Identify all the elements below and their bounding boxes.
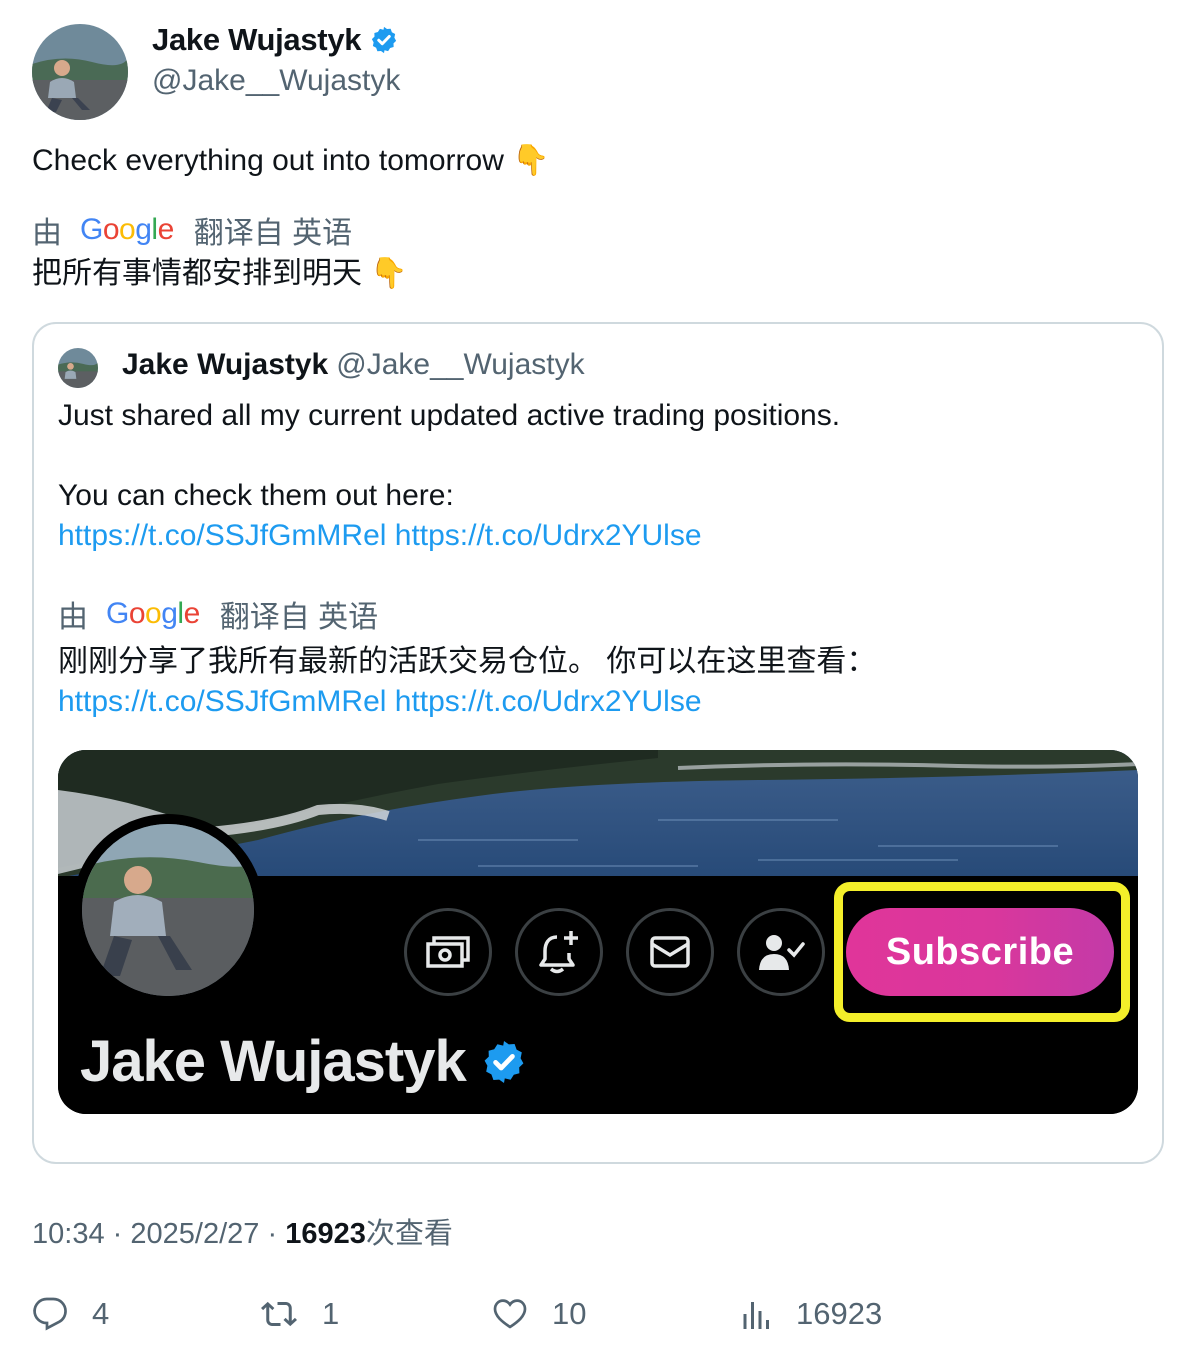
- heart-icon: [493, 1299, 527, 1329]
- translated-from-label: 翻译自 英语: [219, 601, 379, 634]
- translated-by-label: 由: [58, 601, 88, 634]
- tip-money-button[interactable]: [404, 908, 492, 996]
- analytics-icon: [743, 1302, 769, 1329]
- quoted-translated-line: 刚刚分享了我所有最新的活跃交易仓位。 你可以在这里查看：: [58, 645, 877, 678]
- action-bar: 4 1 10 16923: [0, 1296, 1196, 1344]
- translated-by-label: 由: [32, 217, 62, 250]
- retweet-count: 1: [322, 1296, 340, 1331]
- quoted-translation-attribution: 由 Google 翻译自 英语: [58, 592, 378, 636]
- views-label: 次查看: [365, 1218, 453, 1250]
- message-button[interactable]: [626, 908, 714, 996]
- translated-from-label: 翻译自 英语: [193, 217, 353, 250]
- media-profile-name: Jake Wujastyk: [80, 1028, 528, 1095]
- retweet-icon: [261, 1301, 297, 1327]
- translated-tweet-text: 把所有事情都安排到明天 👇: [32, 254, 408, 294]
- like-count: 10: [552, 1296, 587, 1331]
- tweet-meta: 10:34 · 2025/2/27 · 16923次查看: [32, 1210, 453, 1252]
- tweet-text: Check everything out into tomorrow 👇: [32, 142, 550, 180]
- tweet-time[interactable]: 10:34: [32, 1218, 105, 1250]
- reply-icon: [33, 1297, 67, 1331]
- quoted-links[interactable]: https://t.co/SSJfGmMRel https://t.co/Udr…: [58, 516, 1138, 556]
- translation-attribution: 由 Google 翻译自 英语: [32, 208, 352, 252]
- quoted-tweet[interactable]: Jake Wujastyk @Jake__Wujastyk Just share…: [32, 322, 1164, 1164]
- google-logo: Google: [80, 213, 174, 246]
- author-avatar[interactable]: [32, 24, 128, 120]
- quoted-text-line: Just shared all my current updated activ…: [58, 399, 841, 432]
- author-handle[interactable]: @Jake__Wujastyk: [152, 64, 400, 98]
- quoted-author-name[interactable]: Jake Wujastyk: [122, 348, 328, 382]
- subscribe-button[interactable]: Subscribe: [846, 908, 1114, 996]
- like-button[interactable]: 10: [492, 1296, 586, 1332]
- verified-badge-icon: [484, 1040, 524, 1083]
- notifications-button[interactable]: [515, 908, 603, 996]
- translated-tweet-content: 把所有事情都安排到明天: [32, 257, 362, 290]
- views-button[interactable]: 16923: [742, 1296, 882, 1332]
- views-count: 16923: [285, 1218, 366, 1250]
- bell-plus-icon: [539, 931, 578, 974]
- pointing-down-emoji: 👇: [370, 256, 408, 291]
- reply-count: 4: [92, 1296, 110, 1331]
- quoted-translated-links[interactable]: https://t.co/SSJfGmMRel https://t.co/Udr…: [58, 682, 1138, 722]
- pointing-down-emoji: 👇: [512, 143, 550, 178]
- retweet-button[interactable]: 1: [260, 1296, 339, 1332]
- following-button[interactable]: [737, 908, 825, 996]
- quoted-author-handle[interactable]: @Jake__Wujastyk: [336, 348, 584, 382]
- reply-button[interactable]: 4: [32, 1296, 109, 1332]
- tweet-text-content: Check everything out into tomorrow: [32, 144, 504, 177]
- mail-icon: [650, 936, 690, 968]
- author-name[interactable]: Jake Wujastyk: [152, 22, 399, 58]
- meta-separator: ·: [267, 1218, 278, 1250]
- views-action-count: 16923: [796, 1296, 883, 1331]
- quoted-media-image[interactable]: Subscribe Jake Wujastyk: [58, 750, 1138, 1114]
- google-logo: Google: [106, 597, 200, 630]
- money-icon: [426, 936, 470, 968]
- media-profile-name-text: Jake Wujastyk: [80, 1029, 467, 1094]
- quoted-text-line: You can check them out here:: [58, 479, 454, 512]
- author-name-text[interactable]: Jake Wujastyk: [152, 22, 362, 58]
- quoted-tweet-body: Just shared all my current updated activ…: [58, 396, 1138, 556]
- quoted-header: Jake Wujastyk @Jake__Wujastyk: [122, 348, 585, 382]
- verified-badge-icon: [372, 26, 397, 54]
- person-check-icon: [759, 935, 805, 970]
- tweet-date[interactable]: 2025/2/27: [130, 1218, 259, 1250]
- quoted-author-avatar[interactable]: [58, 348, 98, 388]
- quoted-translated-text: 刚刚分享了我所有最新的活跃交易仓位。 你可以在这里查看： https://t.c…: [58, 642, 1138, 722]
- meta-separator: ·: [112, 1218, 123, 1250]
